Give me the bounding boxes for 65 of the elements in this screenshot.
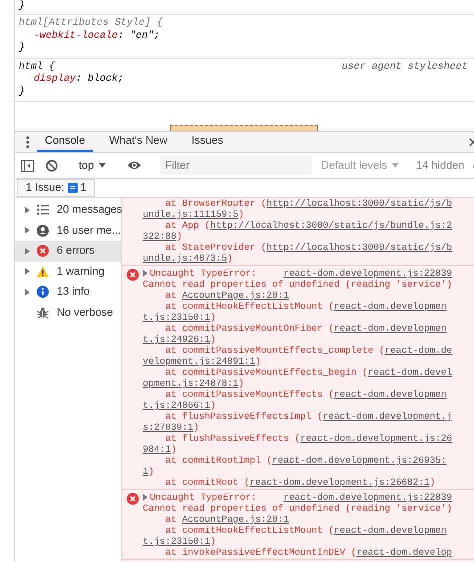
warning-icon <box>37 266 49 278</box>
closing-brace: } <box>19 43 26 56</box>
hidden-count: 14 hidden <box>416 160 465 172</box>
sidebar-toggle-icon[interactable] <box>21 160 34 172</box>
stack-frame: at commitHookEffectListMount (react-dom.development.js:23150:1) <box>143 301 452 323</box>
user-icon <box>37 224 49 237</box>
expand-icon[interactable] <box>25 227 30 234</box>
stack-frame: at BrowserRouter (http://localhost:3000/static/js/bundle.js:111159:5) <box>143 198 452 220</box>
source-link[interactable]: react-dom.development.js:22839 <box>284 492 452 503</box>
stack-frame: at commitPassiveMountEffects_complete (react-dom.development.js:24891:1) <box>143 345 452 367</box>
stack-frame: at commitPassiveMountOnFiber (react-dom.development.js:24926:1) <box>143 323 452 345</box>
expand-icon[interactable] <box>25 288 30 296</box>
issues-button[interactable]: 1 Issue: 1 <box>17 179 95 197</box>
sidebar-item[interactable]: 13 info <box>15 282 121 302</box>
eye-icon[interactable] <box>127 160 142 171</box>
stack-frame: at flushPassiveEffectsImpl (react-dom.development.js:27039:1) <box>143 411 452 433</box>
closing-brace: } <box>15 0 474 15</box>
stack-frame: at commitPassiveMountEffects (react-dom.development.js:24866:1) <box>143 389 452 411</box>
list-icon <box>37 204 49 216</box>
tab[interactable]: What's New <box>101 132 176 152</box>
error-icon <box>126 269 138 281</box>
context-select[interactable]: top <box>76 158 110 174</box>
tab[interactable]: Console <box>37 132 94 152</box>
closing-brace: } <box>19 86 26 99</box>
error-title: Uncaught TypeError: <box>150 492 257 503</box>
expand-icon[interactable] <box>25 268 30 276</box>
tab[interactable]: Issues <box>184 132 232 152</box>
sidebar-item[interactable]: No verbose <box>15 302 121 323</box>
source-link[interactable]: react-dom.development.js:22839 <box>284 268 452 279</box>
stack-frame: at AccountPage.js:20:1 <box>143 514 452 525</box>
clear-icon[interactable] <box>46 160 58 172</box>
stack-frame: at commitPassiveMountEffects_begin (react-dom.development.js:24878:1) <box>143 367 452 389</box>
expand-icon[interactable] <box>25 206 30 214</box>
filter-field[interactable]: Filter <box>160 156 312 175</box>
css-declaration: -webkit-locale: "en"; <box>33 30 162 43</box>
caret-icon <box>392 163 400 168</box>
stack-frame: at commitHookEffectListMount (react-dom.development.js:23150:1) <box>143 525 452 547</box>
error-message: Cannot read properties of undefined (reading 'service') <box>143 279 452 290</box>
css-declaration: display: block; <box>33 74 126 86</box>
expand-icon[interactable] <box>25 248 30 255</box>
stack-frame: at commitRootImpl (react-dom.development.js:26935:1) <box>143 455 452 477</box>
info-icon <box>37 286 49 298</box>
expand-icon[interactable] <box>143 494 148 501</box>
stack-frame: at StateProvider (http://localhost:3000/static/js/bundle.js:4873:5) <box>143 242 452 264</box>
stack-frame: at invokePassiveEffectMountInDEV (react-dom.develop <box>143 547 452 558</box>
sidebar-item[interactable]: 6 errors <box>15 241 121 262</box>
caret-icon <box>99 163 106 168</box>
stack-frame: at App (http://localhost:3000/static/js/bundle.js:2322:88) <box>143 220 452 242</box>
error-title: Uncaught TypeError: <box>150 268 257 279</box>
stack-frame: at commitRoot (react-dom.development.js:26682:1) <box>143 477 452 488</box>
sidebar-item[interactable]: 20 messages <box>15 200 121 220</box>
stylesheet-origin: user agent stylesheet <box>342 62 468 74</box>
css-selector: html { <box>19 62 56 74</box>
stack-frame: at flushPassiveEffects (react-dom.development.js:26984:1) <box>143 433 452 455</box>
menu-icon[interactable] <box>26 136 30 148</box>
message-icon <box>68 183 78 193</box>
expand-icon[interactable] <box>143 270 148 277</box>
error-message: Cannot read properties of undefined (reading 'service') <box>143 503 452 514</box>
error-icon <box>37 245 49 258</box>
sidebar-item[interactable]: 16 user me... <box>15 220 121 241</box>
error-icon <box>126 493 138 505</box>
stack-frame: at AccountPage.js:20:1 <box>143 290 452 301</box>
bug-icon <box>37 306 49 319</box>
css-selector: html[Attributes Style] { <box>19 18 164 30</box>
sidebar-item[interactable]: 1 warning <box>15 262 121 282</box>
